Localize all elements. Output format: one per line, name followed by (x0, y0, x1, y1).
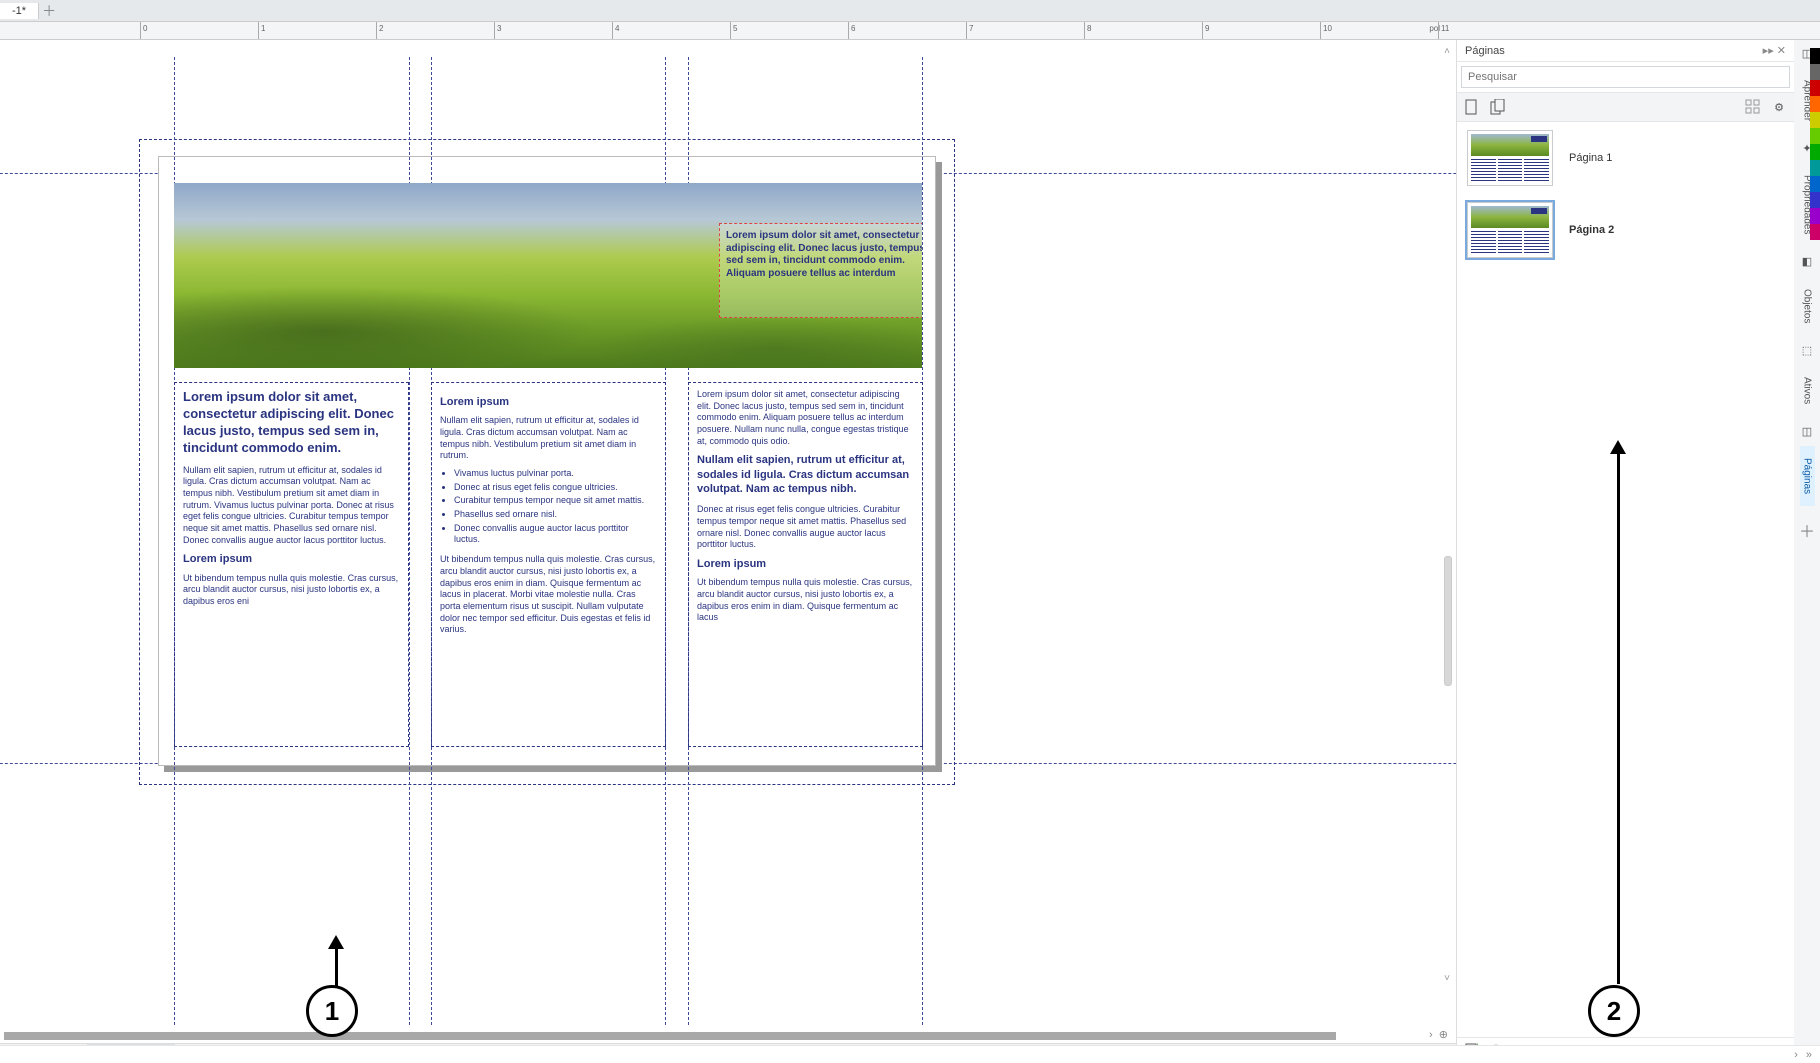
arrow-icon (328, 935, 344, 949)
paragraph: Ut bibendum tempus nulla quis molestie. … (183, 573, 400, 608)
arrow-icon (1610, 440, 1626, 454)
duplicate-page-icon[interactable] (1489, 98, 1507, 116)
hero-text: Lorem ipsum dolor sit amet, consectetur … (726, 230, 922, 280)
scroll-up-icon[interactable]: ˄ (1440, 46, 1454, 60)
status-bar: › » (0, 1045, 1820, 1063)
color-swatch[interactable] (1810, 160, 1820, 176)
paragraph: Ut bibendum tempus nulla quis molestie. … (697, 577, 914, 624)
expand-icon[interactable]: » (1806, 1049, 1812, 1061)
page-label: Página 1 (1569, 152, 1612, 164)
subheading: Lorem ipsum (440, 395, 657, 409)
chevron-right-icon[interactable]: › (1794, 1049, 1798, 1061)
callout-line (1617, 454, 1620, 984)
list-item: Phasellus sed ornare nisl. (454, 509, 657, 521)
paragraph: Nullam elit sapien, rutrum ut efficitur … (183, 465, 400, 547)
color-swatch[interactable] (1810, 64, 1820, 80)
paragraph: Lorem ipsum dolor sit amet, consectetur … (697, 389, 914, 447)
hero-text-frame[interactable]: Lorem ipsum dolor sit amet, consectetur … (719, 223, 922, 318)
paragraph: Ut bibendum tempus nulla quis molestie. … (440, 554, 657, 636)
scroll-thumb[interactable] (1444, 556, 1452, 686)
page-item-1[interactable]: Página 1 (1467, 130, 1784, 186)
color-palette[interactable] (1810, 48, 1820, 240)
page-label: Página 2 (1569, 224, 1614, 236)
add-docker-icon[interactable]: ＋ (1799, 518, 1815, 542)
close-icon[interactable]: ✕ (1777, 45, 1786, 57)
panel-title: Páginas (1465, 45, 1505, 57)
grid-view-icon[interactable] (1744, 98, 1762, 116)
callout-line (335, 949, 338, 987)
page-artboard[interactable]: Lorem ipsum dolor sit amet, consectetur … (158, 156, 936, 766)
color-swatch[interactable] (1810, 80, 1820, 96)
color-swatch[interactable] (1810, 128, 1820, 144)
subheading: Lorem ipsum (183, 552, 400, 566)
callout-marker-1: 1 (306, 985, 358, 1037)
list-item: Curabitur tempus tempor neque sit amet m… (454, 495, 657, 507)
gear-icon[interactable]: ⚙ (1770, 98, 1788, 116)
subheading: Lorem ipsum (697, 557, 914, 571)
search-input[interactable] (1462, 67, 1789, 87)
doc-tab[interactable]: -1* (0, 3, 39, 19)
bullet-list: Vivamus luctus pulvinar porta. Donec at … (454, 468, 657, 546)
color-swatch[interactable] (1810, 112, 1820, 128)
color-swatch[interactable] (1810, 192, 1820, 208)
text-column-3[interactable]: Lorem ipsum dolor sit amet, consectetur … (688, 382, 923, 747)
document-tabs: -1* ＋ (0, 0, 1820, 22)
pages-icon[interactable]: ◫ (1798, 422, 1816, 440)
color-swatch[interactable] (1810, 224, 1820, 240)
list-item: Vivamus luctus pulvinar porta. (454, 468, 657, 480)
chevron-right-icon[interactable]: › (1429, 1029, 1433, 1041)
callout-marker-2: 2 (1588, 985, 1640, 1037)
horizontal-scrollbar[interactable]: › ⊕ (0, 1029, 1456, 1043)
vertical-scrollbar[interactable]: ˄ ˅ (1440, 46, 1454, 987)
collapse-icon[interactable]: ▸▸ (1763, 45, 1774, 57)
color-swatch[interactable] (1810, 96, 1820, 112)
scroll-thumb[interactable] (4, 1032, 1336, 1040)
text-column-2[interactable]: Lorem ipsum Nullam elit sapien, rutrum u… (431, 382, 666, 747)
paragraph: Donec at risus eget felis congue ultrici… (697, 504, 914, 551)
horizontal-ruler: pol 01234567891011 (0, 22, 1820, 40)
list-item: Donec at risus eget felis congue ultrici… (454, 482, 657, 494)
tab-assets[interactable]: Ativos (1800, 365, 1815, 416)
zoom-icon[interactable]: ⊕ (1439, 1029, 1448, 1041)
text-column-1[interactable]: Lorem ipsum dolor sit amet, consectetur … (174, 382, 409, 747)
list-item: Donec convallis augue auctor lacus portt… (454, 523, 657, 546)
scroll-down-icon[interactable]: ˅ (1440, 973, 1454, 987)
tab-pages[interactable]: Páginas (1800, 446, 1815, 506)
color-swatch[interactable] (1810, 144, 1820, 160)
tab-objects[interactable]: Objetos (1800, 277, 1815, 335)
color-swatch[interactable] (1810, 208, 1820, 224)
assets-icon[interactable]: ⬚ (1798, 341, 1816, 359)
add-doc-icon[interactable]: ＋ (39, 1, 59, 21)
color-swatch[interactable] (1810, 48, 1820, 64)
page-thumbnail[interactable] (1467, 130, 1553, 186)
canvas[interactable]: Lorem ipsum dolor sit amet, consectetur … (0, 40, 1456, 1027)
heading: Nullam elit sapien, rutrum ut efficitur … (697, 453, 914, 496)
color-swatch[interactable] (1810, 176, 1820, 192)
heading: Lorem ipsum dolor sit amet, consectetur … (183, 389, 400, 457)
new-page-icon[interactable] (1463, 98, 1481, 116)
objects-icon[interactable]: ◧ (1798, 253, 1816, 271)
panel-toolbar: ⚙ (1457, 92, 1794, 122)
paragraph: Nullam elit sapien, rutrum ut efficitur … (440, 415, 657, 462)
hero-image[interactable]: Lorem ipsum dolor sit amet, consectetur … (174, 183, 922, 368)
page-item-2[interactable]: Página 2 (1467, 202, 1784, 258)
search-container (1461, 66, 1790, 88)
page-thumbnail[interactable] (1467, 202, 1553, 258)
